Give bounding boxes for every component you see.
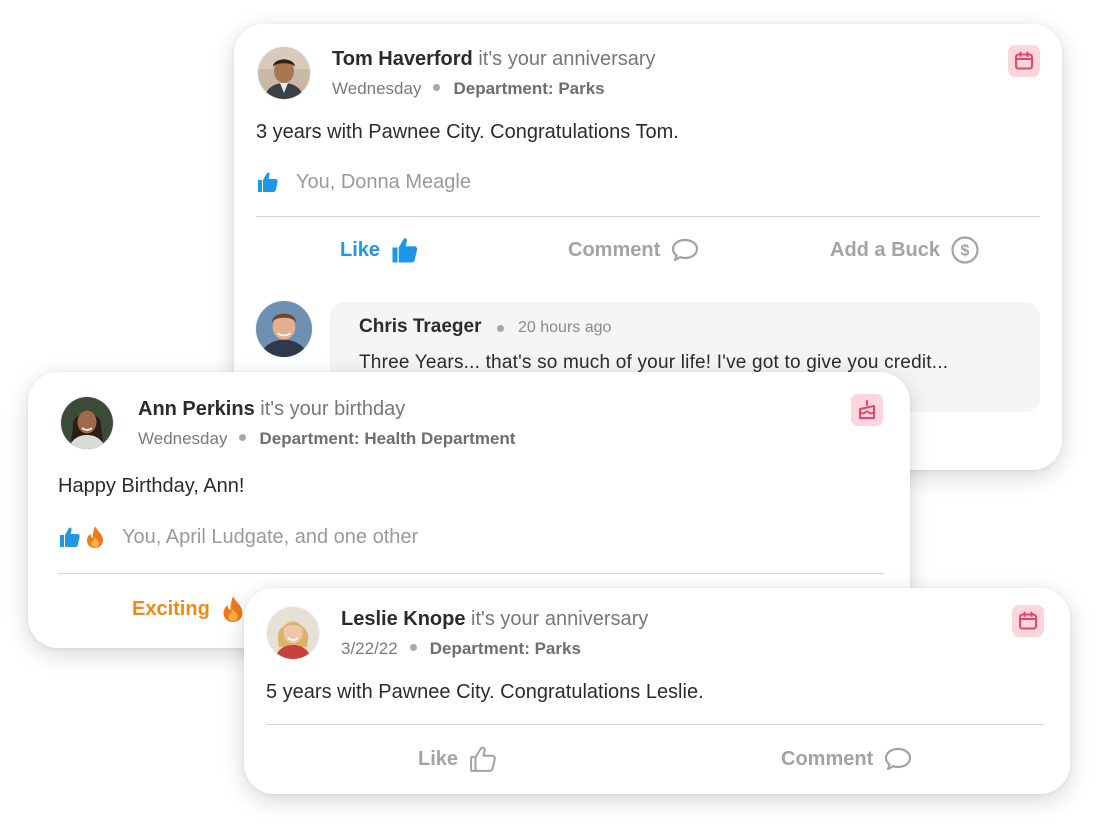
birthday-badge — [851, 394, 883, 426]
divider — [256, 216, 1040, 217]
event-text: it's your anniversary — [478, 48, 656, 70]
add-a-buck-button[interactable]: Add a Buck $ — [830, 235, 980, 265]
post-card-leslie: Leslie Knope it's your anniversary 3/22/… — [244, 588, 1070, 794]
calendar-icon — [1015, 51, 1033, 70]
avatar[interactable] — [256, 301, 312, 357]
avatar[interactable] — [258, 47, 310, 99]
author-name[interactable]: Leslie Knope — [341, 608, 465, 630]
post-header: Leslie Knope it's your anniversary — [341, 608, 648, 631]
speech-bubble-icon — [885, 747, 912, 771]
reaction-names: You, Donna Meagle — [296, 170, 471, 193]
commenter-name[interactable]: Chris Traeger — [359, 316, 482, 338]
post-meta: 3/22/22 Department: Parks — [341, 639, 581, 659]
speech-bubble-icon — [672, 238, 699, 262]
avatar[interactable] — [61, 397, 113, 449]
post-meta: Wednesday Department: Parks — [332, 79, 605, 99]
separator-dot — [497, 325, 504, 332]
author-name[interactable]: Ann Perkins — [138, 398, 255, 420]
fire-icon — [87, 526, 103, 548]
comment-label: Comment — [568, 238, 661, 261]
post-day: 3/22/22 — [341, 639, 398, 658]
post-message: 3 years with Pawnee City. Congratulation… — [256, 121, 679, 143]
separator-dot — [433, 84, 441, 92]
svg-text:$: $ — [961, 243, 970, 260]
separator-dot — [409, 644, 417, 652]
like-label: Like — [340, 238, 381, 261]
reaction-names: You, April Ludgate, and one other — [122, 525, 419, 548]
post-message: 5 years with Pawnee City. Congratulation… — [266, 681, 704, 703]
post-day: Wednesday — [138, 429, 228, 448]
like-button[interactable]: Like — [340, 235, 420, 265]
thumbs-up-icon — [60, 527, 80, 547]
birthday-cake-icon — [859, 400, 875, 419]
reaction-summary[interactable]: You, Donna Meagle — [256, 170, 471, 194]
thumbs-up-outline-icon — [470, 746, 496, 772]
comment-timestamp: 20 hours ago — [518, 319, 612, 336]
post-message: Happy Birthday, Ann! — [58, 475, 245, 497]
exciting-label: Exciting — [132, 597, 210, 620]
fire-icon — [223, 596, 243, 622]
comment-label: Comment — [781, 747, 874, 770]
reaction-summary[interactable]: You, April Ludgate, and one other — [58, 525, 418, 549]
author-name[interactable]: Tom Haverford — [332, 48, 473, 70]
department-label: Department: Parks — [429, 639, 581, 658]
event-text: it's your anniversary — [471, 608, 649, 630]
thumbs-up-icon — [392, 238, 418, 263]
avatar[interactable] — [267, 607, 319, 659]
anniversary-badge — [1008, 45, 1040, 77]
add-a-buck-label: Add a Buck — [830, 238, 941, 261]
post-header: Tom Haverford it's your anniversary — [332, 48, 656, 71]
department-label: Department: Health Department — [259, 429, 516, 448]
like-label: Like — [418, 747, 459, 770]
exciting-button[interactable]: Exciting — [132, 594, 246, 624]
department-label: Department: Parks — [453, 79, 605, 98]
post-header: Ann Perkins it's your birthday — [138, 398, 405, 421]
calendar-icon — [1019, 611, 1037, 630]
separator-dot — [239, 434, 247, 442]
post-meta: Wednesday Department: Health Department — [138, 429, 515, 449]
comment-button[interactable]: Comment — [568, 235, 700, 265]
like-button[interactable]: Like — [418, 744, 498, 774]
event-text: it's your birthday — [260, 398, 406, 420]
anniversary-badge — [1012, 605, 1044, 637]
thumbs-up-icon — [258, 172, 278, 192]
dollar-circle-icon: $ — [951, 236, 979, 264]
comment-text: Three Years... that's so much of your li… — [359, 352, 949, 373]
divider — [266, 724, 1044, 725]
post-day: Wednesday — [332, 79, 422, 98]
comment-button[interactable]: Comment — [781, 744, 913, 774]
divider — [58, 573, 884, 574]
